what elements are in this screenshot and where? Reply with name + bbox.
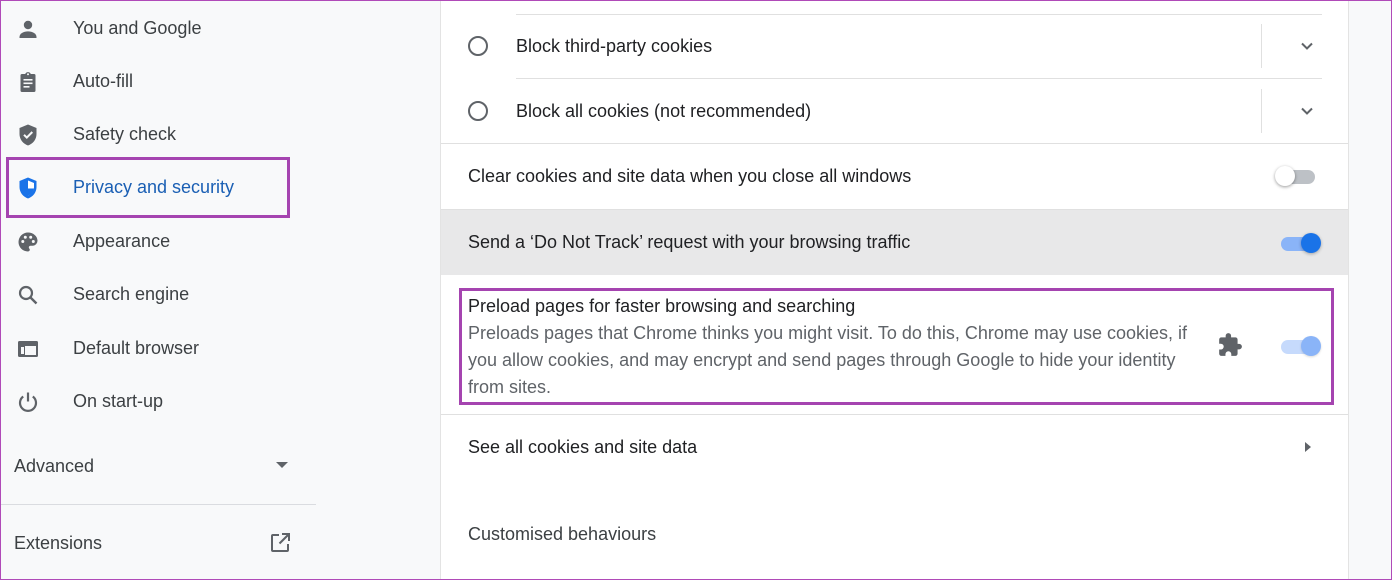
arrow-right-icon (1305, 442, 1311, 452)
sidebar-item-label: Appearance (73, 231, 171, 251)
chevron-down-icon (1301, 42, 1313, 50)
advanced-label: Advanced (14, 455, 95, 476)
toggle-knob (1301, 336, 1321, 356)
do-not-track-label: Send a ‘Do Not Track’ request with your … (468, 232, 911, 252)
clipboard-icon (16, 70, 40, 94)
sidebar-item-safety-check[interactable]: Safety check (0, 108, 300, 161)
advanced-section-toggle[interactable]: Advanced (14, 450, 294, 482)
clear-on-exit-toggle[interactable] (1275, 164, 1317, 188)
radio-button[interactable] (468, 101, 488, 121)
power-icon (16, 390, 40, 414)
toggle-knob (1301, 233, 1321, 253)
preload-description: Preloads pages that Chrome thinks you mi… (468, 323, 1187, 397)
customised-behaviours-heading: Customised behaviours (468, 524, 657, 544)
sidebar-item-you-and-google[interactable]: You and Google (0, 2, 300, 55)
sidebar-item-label: Default browser (73, 338, 200, 358)
preload-title: Preload pages for faster browsing and se… (468, 296, 856, 316)
browser-window-icon (16, 337, 40, 361)
palette-icon (16, 230, 40, 254)
vertical-divider (1261, 89, 1262, 133)
do-not-track-toggle[interactable] (1279, 231, 1321, 255)
sidebar-item-label: On start-up (73, 391, 164, 411)
sidebar-item-autofill[interactable]: Auto-fill (0, 55, 300, 108)
sidebar-item-extensions[interactable]: Extensions (14, 527, 294, 559)
do-not-track-row[interactable]: Send a ‘Do Not Track’ request with your … (441, 210, 1348, 275)
open-in-new-icon (268, 531, 292, 555)
cookie-option-block-all[interactable]: Block all cookies (not recommended) (441, 79, 1348, 143)
clear-on-exit-label: Clear cookies and site data when you clo… (468, 166, 912, 186)
shield-half-icon (16, 176, 40, 200)
sidebar-item-on-start-up[interactable]: On start-up (0, 375, 300, 428)
settings-card: Block third-party cookies Block all cook… (441, 0, 1348, 580)
see-all-cookies-label: See all cookies and site data (468, 437, 698, 457)
sidebar-divider (0, 504, 316, 505)
sidebar-item-privacy-and-security[interactable]: Privacy and security (0, 161, 300, 214)
cookie-option-block-third-party[interactable]: Block third-party cookies (441, 14, 1348, 78)
expand-chevron-button[interactable] (1295, 34, 1319, 58)
see-all-cookies-row[interactable]: See all cookies and site data (441, 415, 1348, 479)
sidebar-item-label: You and Google (73, 18, 202, 38)
preload-toggle[interactable] (1279, 334, 1321, 358)
expand-chevron-button[interactable] (1295, 99, 1319, 123)
sidebar-item-label: Safety check (73, 124, 177, 144)
caret-down-icon (276, 462, 288, 468)
search-icon (16, 283, 40, 307)
sidebar-item-search-engine[interactable]: Search engine (0, 268, 300, 321)
sidebar-item-label: Auto-fill (73, 71, 134, 91)
extensions-label: Extensions (14, 532, 103, 553)
vertical-divider (1261, 24, 1262, 68)
cookie-option-label: Block all cookies (not recommended) (516, 101, 812, 121)
clear-on-exit-row[interactable]: Clear cookies and site data when you clo… (441, 144, 1348, 209)
person-icon (16, 17, 40, 41)
radio-button[interactable] (468, 36, 488, 56)
shield-check-icon (16, 123, 40, 147)
sidebar-item-default-browser[interactable]: Default browser (0, 322, 300, 375)
settings-sidebar: You and Google Auto-fill Safety check Pr… (0, 0, 316, 580)
chevron-down-icon (1301, 107, 1313, 115)
sidebar-item-label: Privacy and security (73, 177, 235, 197)
sidebar-item-label: Search engine (73, 284, 190, 304)
cookie-option-label: Block third-party cookies (516, 36, 713, 56)
sidebar-item-appearance[interactable]: Appearance (0, 215, 300, 268)
toggle-knob (1275, 166, 1295, 186)
extension-puzzle-icon[interactable] (1217, 332, 1243, 358)
